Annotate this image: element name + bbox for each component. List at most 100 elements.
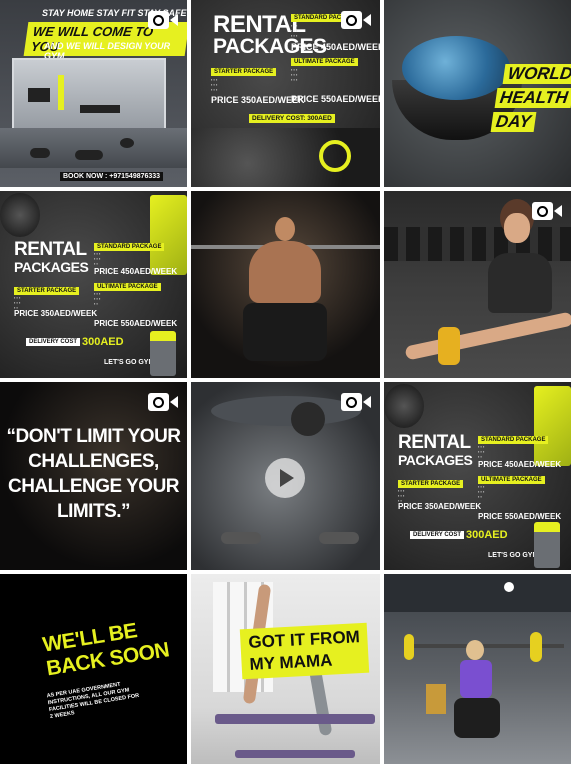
video-icon	[341, 391, 371, 413]
yoga-mat	[215, 714, 375, 724]
notice-text: AS PER UAE GOVERNMENT INSTRUCTIONS, ALL …	[46, 681, 140, 721]
standard-price: PRICE 450AED/WEEK	[478, 460, 562, 469]
athlete-hand	[319, 532, 359, 544]
barbell-plate	[404, 634, 414, 660]
post-tile-squat-video[interactable]	[191, 191, 380, 378]
delivery-cost-value: 300AED	[466, 529, 508, 541]
title-line-2: MY MAMA	[249, 650, 333, 674]
athlete-legs	[454, 698, 500, 738]
shaker-bottle-image	[150, 331, 176, 376]
earth-image	[402, 36, 510, 100]
video-icon	[148, 391, 178, 413]
ultimate-list: ▪ ▪ ▪ ▪ ▪ ▪ ▪ ▪	[94, 291, 101, 306]
delivery-cost: DELIVERY COST: 300AED	[249, 114, 335, 123]
ultimate-label: ULTIMATE PACKAGE	[478, 476, 545, 484]
standard-label: STANDARD PACKAGE	[94, 243, 165, 251]
post-tile-world-health-day[interactable]: WORLD HEALTH DAY	[384, 0, 571, 187]
media-grid: STAY HOME STAY FIT STAY SAFE WE WILL COM…	[0, 0, 571, 764]
athlete-legs	[243, 303, 327, 361]
post-tile-rental-packages-2[interactable]: RENTAL PACKAGES STANDARD PACKAGE ▪ ▪ ▪ ▪ …	[0, 191, 187, 378]
ultimate-price: PRICE 550AED/WEEK	[291, 94, 380, 104]
title-line-1: RENTAL	[14, 239, 87, 260]
athlete-head	[466, 640, 484, 660]
dumbbell-image	[384, 384, 424, 428]
title-line-1: WORLD	[502, 64, 571, 84]
delivery-cost-label: DELIVERY COST	[410, 531, 465, 539]
video-icon	[341, 9, 371, 31]
post-tile-got-it-from-mama[interactable]: GOT IT FROM MY MAMA	[191, 574, 380, 764]
athlete-face	[504, 213, 530, 243]
sneaker	[438, 327, 460, 365]
ceiling-light	[504, 582, 514, 592]
athlete-head	[291, 402, 325, 436]
post-tile-rental-packages-3[interactable]: RENTAL PACKAGES STANDARD PACKAGE ▪ ▪ ▪ ▪ …	[384, 382, 571, 570]
towel-image	[150, 195, 187, 275]
towel-image	[534, 386, 571, 466]
athlete-head	[275, 217, 295, 241]
weights	[120, 138, 134, 148]
punching-bag	[58, 75, 64, 110]
logo: LET'S GO GYM	[488, 552, 539, 559]
ultimate-label: ULTIMATE PACKAGE	[94, 283, 161, 291]
starter-label: STARTER PACKAGE	[398, 480, 464, 488]
post-tile-home-gym[interactable]: STAY HOME STAY FIT STAY SAFE WE WILL COM…	[0, 0, 187, 187]
play-button[interactable]	[265, 458, 305, 498]
starter-price: PRICE 350AED/WEEK	[398, 502, 482, 511]
delivery-cost-label: DELIVERY COST	[26, 338, 81, 346]
bench	[80, 105, 120, 113]
ultimate-list: ▪ ▪ ▪ ▪ ▪ ▪ ▪ ▪ ▪	[291, 67, 298, 82]
post-tile-workout-video[interactable]	[191, 382, 380, 570]
gym-equipment-image	[191, 128, 380, 187]
ceiling	[384, 574, 571, 612]
plyo-box	[426, 684, 446, 714]
athlete-torso	[249, 241, 321, 303]
headline: WE'LL BE BACK SOON	[41, 615, 171, 682]
post-tile-rental-packages[interactable]: RENTAL PACKAGES STANDARD PACKAGE ▪ ▪ ▪ ▪ …	[191, 0, 380, 187]
logo: LET'S GO GYM	[104, 359, 155, 366]
title-line-2: PACKAGES	[398, 452, 473, 468]
yoga-mat	[235, 750, 355, 758]
standard-price: PRICE 450AED/WEEK	[94, 267, 178, 276]
post-tile-back-soon[interactable]: WE'LL BE BACK SOON AS PER UAE GOVERNMENT…	[0, 574, 187, 764]
standard-label: STANDARD PACKAGE	[478, 436, 549, 444]
athlete-hand	[221, 532, 261, 544]
title-line-2: HEALTH	[494, 88, 571, 108]
standard-list: ▪ ▪ ▪ ▪ ▪ ▪ ▪ ▪	[478, 444, 485, 459]
athlete-back	[211, 396, 361, 426]
starter-label: STARTER PACKAGE	[211, 68, 277, 76]
shaker-bottle-image	[534, 522, 560, 568]
post-tile-quote-video[interactable]: “DON'T LIMIT YOUR CHALLENGES, CHALLENGE …	[0, 382, 187, 570]
ultimate-price: PRICE 550AED/WEEK	[478, 512, 562, 521]
athlete-top	[488, 253, 552, 313]
title-line-1: RENTAL	[398, 432, 471, 453]
title-line-2: PACKAGES	[14, 259, 89, 275]
post-tile-stretch-video[interactable]	[384, 191, 571, 378]
weights	[30, 148, 50, 158]
video-icon	[148, 9, 178, 31]
quote-text: “DON'T LIMIT YOUR CHALLENGES, CHALLENGE …	[6, 426, 181, 522]
standard-price: PRICE 450AED/WEEK	[291, 42, 380, 52]
barbell-plate	[530, 632, 542, 662]
ultimate-price: PRICE 550AED/WEEK	[94, 319, 178, 328]
delivery-cost-value: 300AED	[82, 336, 124, 348]
starter-price: PRICE 350AED/WEEK	[14, 309, 98, 318]
starter-list: ▪ ▪ ▪ ▪ ▪ ▪ ▪ ▪	[398, 488, 405, 503]
dumbbell-image	[0, 193, 40, 237]
tv-screen	[28, 88, 50, 102]
starter-label: STARTER PACKAGE	[14, 287, 80, 295]
resistance-band	[319, 140, 351, 172]
starter-list: ▪ ▪ ▪ ▪ ▪ ▪ ▪ ▪	[14, 295, 21, 310]
ultimate-list: ▪ ▪ ▪ ▪ ▪ ▪ ▪ ▪	[478, 484, 485, 499]
video-icon	[532, 200, 562, 222]
athlete-top	[460, 660, 492, 698]
athlete-leg	[404, 311, 571, 361]
title-panel: GOT IT FROM MY MAMA	[239, 622, 370, 680]
floor	[0, 128, 187, 168]
weights	[75, 150, 103, 160]
standard-list: ▪ ▪ ▪ ▪ ▪ ▪ ▪ ▪	[94, 251, 101, 266]
post-tile-barbell-squat[interactable]	[384, 574, 571, 764]
ultimate-label: ULTIMATE PACKAGE	[291, 58, 358, 66]
starter-list: ▪ ▪ ▪ ▪ ▪ ▪ ▪ ▪ ▪	[211, 77, 218, 92]
footer-text: BOOK NOW : +971549876333	[60, 172, 164, 181]
title-line-3: DAY	[490, 112, 537, 132]
